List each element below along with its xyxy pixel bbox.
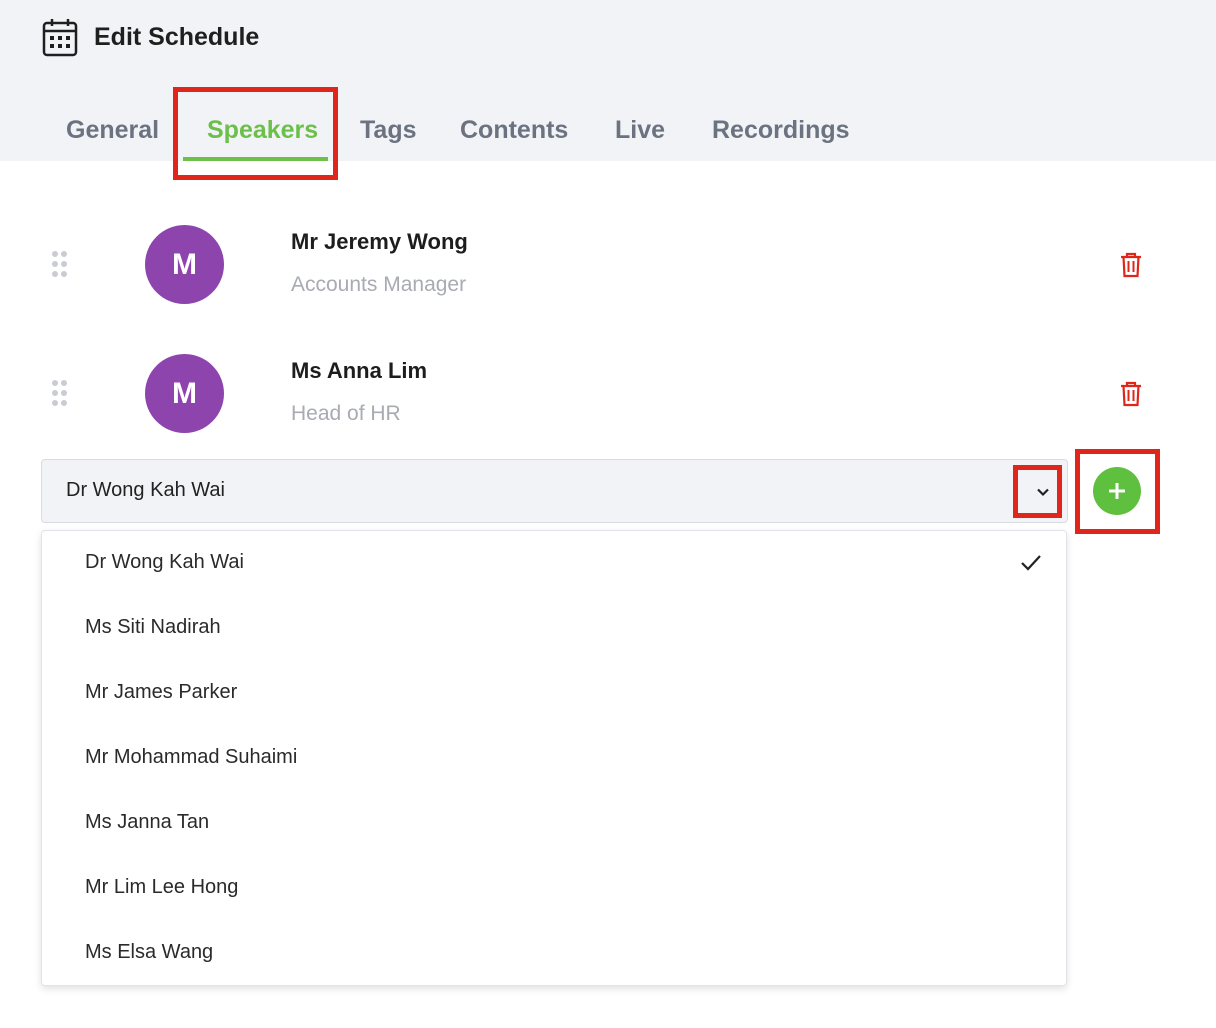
add-speaker-button[interactable] bbox=[1093, 467, 1141, 515]
option-label: Mr James Parker bbox=[85, 681, 238, 703]
list-item[interactable]: Ms Elsa Wang bbox=[42, 921, 1068, 986]
tab-speakers[interactable]: Speakers bbox=[207, 100, 318, 161]
speaker-role: Head of HR bbox=[291, 402, 401, 425]
speaker-role: Accounts Manager bbox=[291, 273, 467, 296]
option-label: Ms Siti Nadirah bbox=[85, 616, 221, 638]
drag-handle-icon[interactable] bbox=[50, 251, 70, 281]
checkmark-icon bbox=[1021, 555, 1041, 571]
tab-contents[interactable]: Contents bbox=[460, 100, 568, 161]
speaker-row: M Mr Jeremy Wong Accounts Manager bbox=[0, 225, 1216, 325]
page-title: Edit Schedule bbox=[94, 22, 260, 51]
option-label: Ms Janna Tan bbox=[85, 811, 210, 833]
option-label: Ms Elsa Wang bbox=[85, 941, 214, 963]
drag-handle-icon[interactable] bbox=[50, 380, 70, 410]
list-item[interactable]: Ms Janna Tan bbox=[42, 791, 1068, 856]
option-label: Dr Wong Kah Wai bbox=[85, 551, 244, 573]
calendar-icon bbox=[42, 19, 78, 57]
speaker-row: M Ms Anna Lim Head of HR bbox=[0, 354, 1216, 454]
avatar: M bbox=[145, 354, 224, 433]
list-item[interactable]: Mr James Parker bbox=[42, 661, 1068, 726]
tab-tags[interactable]: Tags bbox=[360, 100, 417, 161]
tab-recordings[interactable]: Recordings bbox=[712, 100, 850, 161]
page-header: Edit Schedule General Speakers Tags Cont… bbox=[0, 0, 1216, 161]
plus-icon bbox=[1109, 483, 1125, 499]
list-item[interactable]: Mr Lim Lee Hong bbox=[42, 856, 1068, 921]
list-item[interactable]: Dr Wong Kah Wai bbox=[42, 531, 1068, 596]
list-item[interactable]: Ms Siti Nadirah bbox=[42, 596, 1068, 661]
trash-icon[interactable] bbox=[1119, 251, 1143, 279]
trash-icon[interactable] bbox=[1119, 380, 1143, 408]
tab-live[interactable]: Live bbox=[615, 100, 665, 161]
speaker-select-value: Dr Wong Kah Wai bbox=[66, 479, 225, 501]
option-label: Mr Lim Lee Hong bbox=[85, 876, 239, 898]
active-tab-indicator bbox=[183, 157, 328, 161]
option-label: Mr Mohammad Suhaimi bbox=[85, 746, 298, 768]
speaker-name: Mr Jeremy Wong bbox=[291, 229, 468, 254]
speaker-name: Ms Anna Lim bbox=[291, 358, 428, 383]
speaker-select[interactable]: Dr Wong Kah Wai bbox=[41, 459, 1068, 523]
avatar: M bbox=[145, 225, 224, 304]
title-row: Edit Schedule bbox=[42, 16, 259, 58]
speaker-dropdown-list: Dr Wong Kah Wai Ms Siti Nadirah Mr James… bbox=[41, 530, 1067, 986]
list-item[interactable]: Mr Mohammad Suhaimi bbox=[42, 726, 1068, 791]
chevron-down-icon[interactable] bbox=[1026, 474, 1060, 510]
tab-general[interactable]: General bbox=[66, 100, 159, 161]
